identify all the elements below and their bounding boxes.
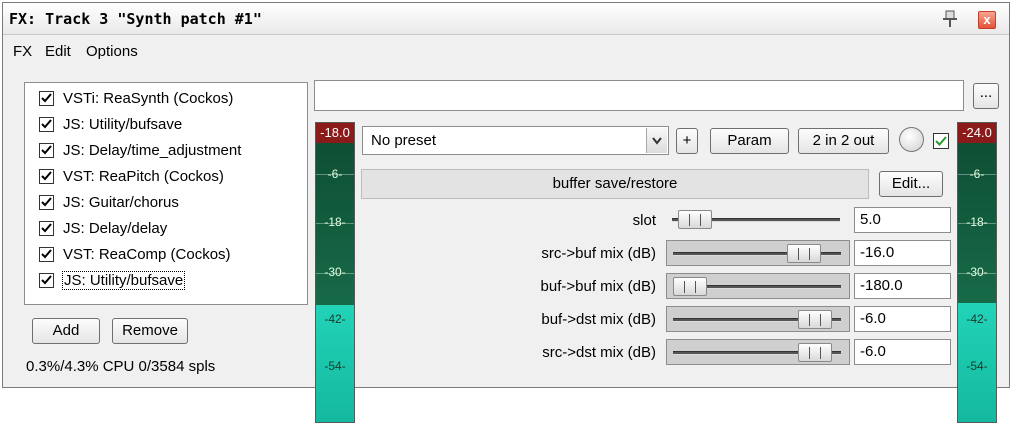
param-label: buf->buf mix (dB) [540, 278, 656, 295]
wet-enable-checkbox[interactable] [933, 133, 949, 149]
meter-tick-label: -54- [966, 359, 988, 373]
slider-thumb[interactable] [787, 244, 821, 263]
menu-edit[interactable]: Edit [45, 43, 71, 60]
output-level-meter: -24.0 -6- -18- -30- -42- -54- [957, 122, 997, 423]
param-slider[interactable] [666, 273, 850, 299]
preset-value: No preset [371, 132, 437, 149]
param-label: src->dst mix (dB) [542, 344, 656, 361]
slider-thumb[interactable] [673, 277, 707, 296]
param-slider[interactable] [666, 306, 850, 332]
fx-list-item[interactable]: VSTi: ReaSynth (Cockos) [25, 87, 307, 111]
add-preset-button[interactable]: + [676, 128, 698, 154]
fx-item-label: JS: Guitar/chorus [63, 194, 179, 211]
remove-fx-button[interactable]: Remove [112, 318, 188, 344]
edit-plugin-button[interactable]: Edit... [879, 171, 943, 197]
param-label: src->buf mix (dB) [541, 245, 656, 262]
fx-enabled-checkbox[interactable] [39, 273, 54, 288]
fx-enabled-checkbox[interactable] [39, 221, 54, 236]
output-peak-readout[interactable]: -24.0 [958, 123, 996, 143]
fx-enabled-checkbox[interactable] [39, 247, 54, 262]
meter-tick-label: -30- [324, 265, 346, 279]
fx-chain-list[interactable]: VSTi: ReaSynth (Cockos) JS: Utility/bufs… [24, 82, 308, 305]
meter-tick-label: -18- [966, 215, 988, 229]
fx-list-item[interactable]: JS: Delay/delay [25, 217, 307, 241]
fx-enabled-checkbox[interactable] [39, 91, 54, 106]
close-button[interactable]: x [978, 11, 996, 29]
fx-list-item-selected[interactable]: JS: Utility/bufsave [25, 269, 307, 293]
param-slider[interactable] [666, 240, 850, 266]
fx-item-label: JS: Utility/bufsave [63, 116, 183, 133]
meter-tick-label: -6- [327, 167, 343, 181]
wet-knob[interactable] [899, 127, 924, 152]
param-label: buf->dst mix (dB) [541, 311, 656, 328]
fx-list-item[interactable]: VST: ReaComp (Cockos) [25, 243, 307, 267]
fx-list-item[interactable]: JS: Guitar/chorus [25, 191, 307, 215]
browse-button[interactable]: ... [973, 83, 999, 109]
meter-tick-label: -30- [966, 265, 988, 279]
meter-tick-label: -54- [324, 359, 346, 373]
fx-enabled-checkbox[interactable] [39, 143, 54, 158]
cpu-status: 0.3%/4.3% CPU 0/3584 spls [26, 358, 216, 375]
input-peak-readout[interactable]: -18.0 [316, 123, 354, 143]
param-slider[interactable] [666, 207, 850, 233]
fx-item-label: JS: Delay/delay [63, 220, 168, 237]
param-value-field[interactable]: -180.0 [854, 273, 951, 299]
chevron-down-icon[interactable] [646, 128, 667, 153]
slider-thumb[interactable] [798, 343, 832, 362]
fx-name-field[interactable] [314, 80, 964, 111]
fx-item-label: JS: Utility/bufsave [62, 271, 186, 290]
param-value-field[interactable]: -16.0 [854, 240, 951, 266]
fx-list-item[interactable]: JS: Delay/time_adjustment [25, 139, 307, 163]
fx-window: FX: Track 3 "Synth patch #1" x FX Edit O… [2, 2, 1010, 423]
pin-icon[interactable] [941, 9, 959, 29]
param-value-field[interactable]: -6.0 [854, 339, 951, 365]
plugin-name: buffer save/restore [361, 169, 869, 199]
preset-dropdown[interactable]: No preset [362, 126, 669, 155]
io-routing-button[interactable]: 2 in 2 out [798, 128, 889, 154]
slider-thumb[interactable] [798, 310, 832, 329]
param-slider[interactable] [666, 339, 850, 365]
fx-item-label: VST: ReaComp (Cockos) [63, 246, 231, 263]
input-level-meter: -18.0 -6- -18- -30- -42- -54- [315, 122, 355, 423]
fx-enabled-checkbox[interactable] [39, 117, 54, 132]
add-fx-button[interactable]: Add [32, 318, 100, 344]
window-title: FX: Track 3 "Synth patch #1" [9, 10, 262, 28]
param-button[interactable]: Param [710, 128, 789, 154]
menu-options[interactable]: Options [86, 43, 138, 60]
fx-item-label: VSTi: ReaSynth (Cockos) [63, 90, 234, 107]
meter-tick-label: -18- [324, 215, 346, 229]
meter-tick-label: -42- [324, 312, 346, 326]
param-value-field[interactable]: 5.0 [854, 207, 951, 233]
fx-item-label: VST: ReaPitch (Cockos) [63, 168, 224, 185]
meter-tick-label: -42- [966, 312, 988, 326]
fx-enabled-checkbox[interactable] [39, 195, 54, 210]
fx-list-item[interactable]: VST: ReaPitch (Cockos) [25, 165, 307, 189]
param-label: slot [632, 212, 656, 229]
meter-tick-label: -6- [969, 167, 985, 181]
slider-thumb[interactable] [678, 210, 712, 229]
fx-enabled-checkbox[interactable] [39, 169, 54, 184]
param-value-field[interactable]: -6.0 [854, 306, 951, 332]
title-bar[interactable]: FX: Track 3 "Synth patch #1" x [3, 3, 1009, 35]
fx-item-label: JS: Delay/time_adjustment [63, 142, 242, 159]
fx-list-item[interactable]: JS: Utility/bufsave [25, 113, 307, 137]
menu-fx[interactable]: FX [13, 43, 32, 60]
